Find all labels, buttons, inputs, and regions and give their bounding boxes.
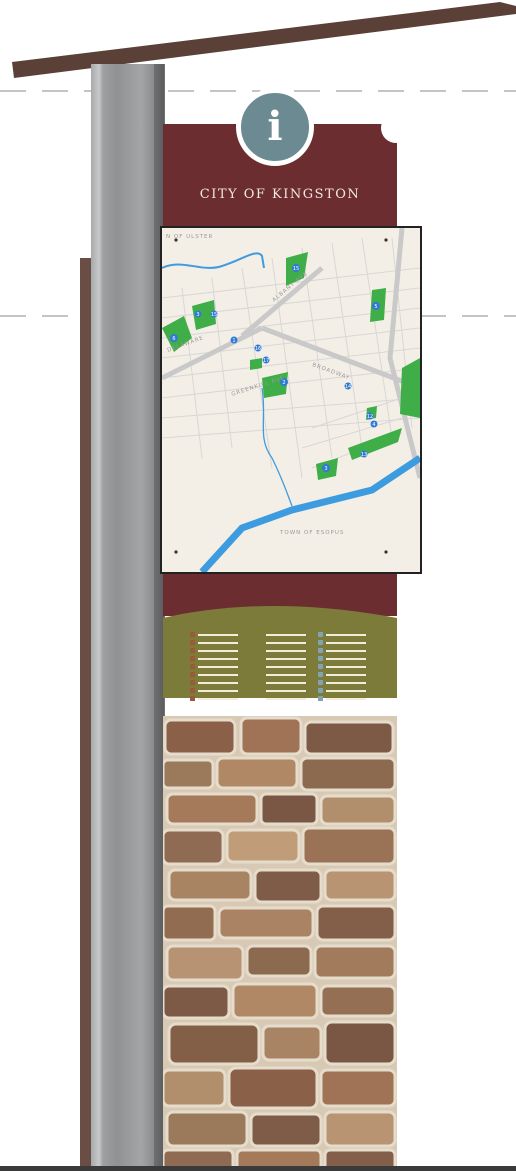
svg-text:1: 1 [232,338,235,344]
panel-corner-notch [381,113,411,143]
svg-text:4: 4 [372,422,375,428]
map-label-south: TOWN OF ESOPUS [279,530,344,536]
info-icon: i [236,88,314,166]
svg-text:5: 5 [374,304,377,310]
svg-text:14: 14 [345,384,351,390]
svg-text:12: 12 [367,414,373,420]
legend-column-1 [190,632,238,704]
svg-text:6: 6 [172,336,175,342]
map-label-north: N OF ULSTER [166,234,213,240]
svg-text:15: 15 [211,312,217,318]
city-map: 15 5 6 1 16 17 2 14 3 13 12 4 15 3 N OF … [160,226,422,574]
svg-text:15: 15 [293,266,299,272]
info-glyph: i [267,103,283,150]
stone-texture [163,716,397,1171]
svg-text:13: 13 [361,452,367,458]
map-canvas: 15 5 6 1 16 17 2 14 3 13 12 4 15 3 N OF … [162,228,420,572]
legend-column-3 [318,632,366,704]
stone-base [163,716,397,1171]
svg-text:17: 17 [263,358,269,364]
sign-title: CITY OF KINGSTON [199,187,361,202]
svg-text:16: 16 [255,346,261,352]
ground-line [0,1166,516,1171]
svg-text:3: 3 [196,312,199,318]
svg-text:3: 3 [324,466,327,472]
legend-column-2 [258,632,306,704]
